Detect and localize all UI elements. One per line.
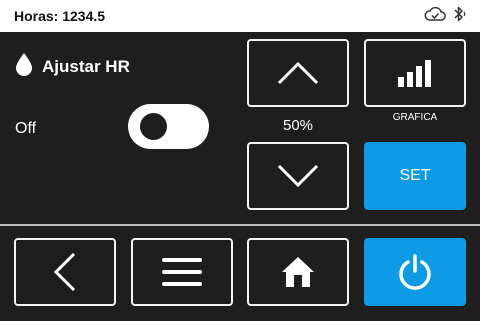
menu-icon — [162, 258, 202, 286]
back-icon — [53, 252, 76, 292]
control-header: Ajustar HR — [14, 52, 130, 82]
chevron-down-icon — [277, 164, 319, 188]
status-icons — [424, 6, 468, 26]
home-button[interactable] — [247, 238, 349, 306]
droplet-icon — [14, 52, 34, 82]
chart-button[interactable] — [364, 39, 466, 107]
bluetooth-icon — [452, 5, 468, 28]
power-icon — [399, 254, 431, 290]
main-screen: Ajustar HR Off 50% GRAFICA SET — [0, 32, 480, 321]
set-button[interactable]: SET — [364, 142, 466, 210]
chevron-up-icon — [277, 61, 319, 85]
toggle-state-label: Off — [15, 120, 37, 137]
control-title: Ajustar HR — [42, 57, 130, 76]
hours-counter: Horas: 1234.5 — [14, 8, 106, 24]
status-bar: Horas: 1234.5 — [0, 0, 480, 32]
power-button[interactable] — [364, 238, 466, 306]
setpoint-value: 50% — [282, 117, 314, 134]
menu-button[interactable] — [131, 238, 233, 306]
toggle-knob — [140, 113, 167, 140]
decrease-button[interactable] — [247, 142, 349, 210]
bar-chart-icon — [398, 60, 431, 87]
increase-button[interactable] — [247, 39, 349, 107]
power-toggle[interactable] — [128, 104, 209, 149]
home-icon — [282, 257, 314, 287]
cloud-check-icon — [424, 5, 446, 28]
chart-button-caption: GRAFICA — [392, 112, 438, 123]
back-button[interactable] — [14, 238, 116, 306]
divider — [0, 224, 480, 226]
set-button-label: SET — [399, 167, 431, 184]
